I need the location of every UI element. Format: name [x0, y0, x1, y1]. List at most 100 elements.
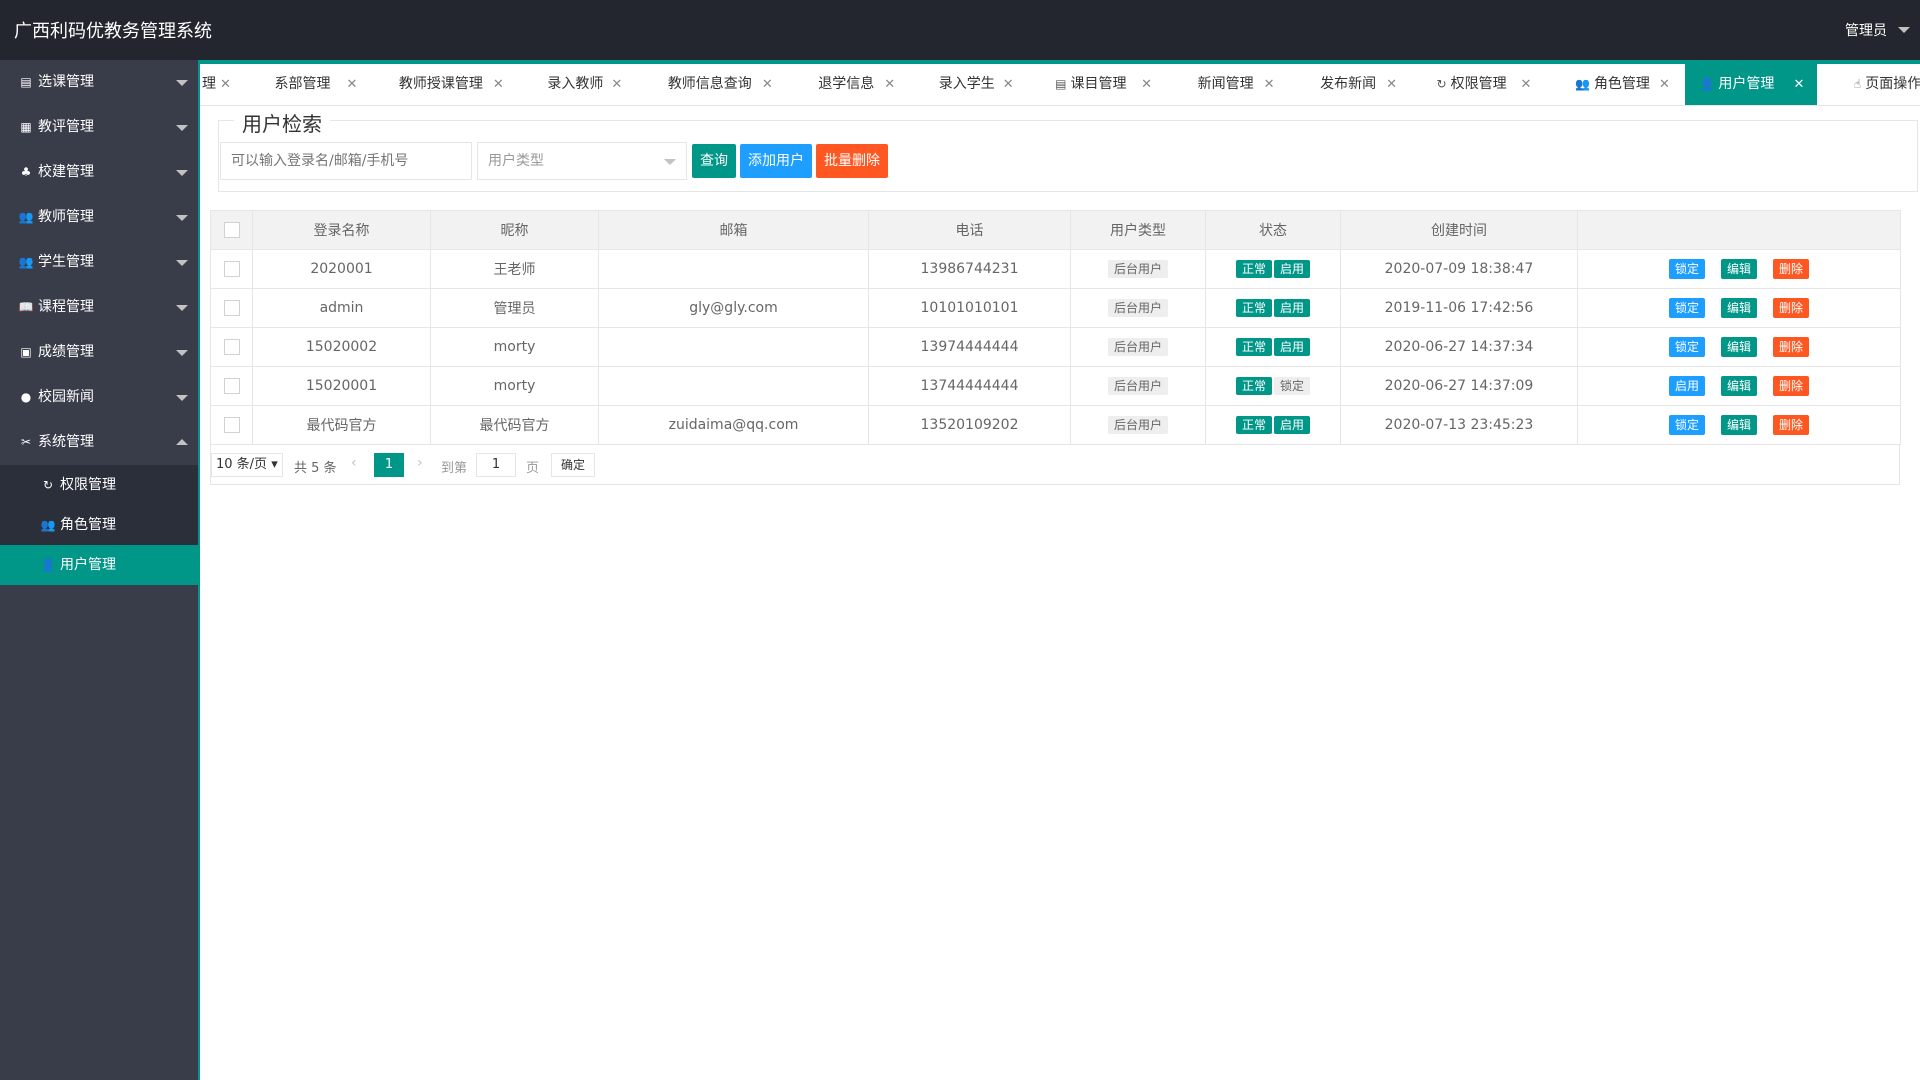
close-icon[interactable]: ✕: [611, 64, 622, 105]
next-page-icon[interactable]: ›: [417, 455, 423, 471]
sidebar-item-label: 教师管理: [38, 209, 94, 225]
sidebar-subitem-permissions[interactable]: ↻ 权限管理: [0, 465, 200, 505]
close-icon[interactable]: ✕: [1264, 64, 1275, 105]
sidebar-item-teachers[interactable]: 👥 教师管理: [0, 195, 200, 240]
checkbox[interactable]: [223, 261, 240, 277]
add-user-button[interactable]: 添加用户: [740, 144, 812, 178]
sidebar-item-campus-build[interactable]: ♣ 校建管理: [0, 150, 200, 195]
column-header[interactable]: 电话: [868, 210, 1071, 250]
sidebar-subitem-roles[interactable]: 👥 角色管理: [0, 505, 200, 545]
close-icon[interactable]: ✕: [346, 64, 357, 105]
edit-button[interactable]: 编辑: [1720, 337, 1757, 357]
close-icon[interactable]: ✕: [1793, 64, 1804, 105]
sidebar-item-label: 选课管理: [38, 74, 94, 90]
close-icon[interactable]: ✕: [762, 64, 773, 105]
page-size-select[interactable]: 10 条/页 ▾: [211, 453, 283, 477]
user-type-badge: 后台用户: [1107, 416, 1168, 434]
edit-button[interactable]: 编辑: [1720, 259, 1757, 279]
tab-publish-news[interactable]: 发布新闻 ✕: [1290, 64, 1404, 105]
tab-permissions[interactable]: ↻ 权限管理 ✕: [1409, 64, 1543, 105]
lock-toggle-button[interactable]: 锁定: [1668, 337, 1705, 357]
row-checkbox-cell[interactable]: [210, 249, 253, 289]
column-header[interactable]: 状态: [1205, 210, 1341, 250]
delete-button[interactable]: 删除: [1773, 298, 1810, 318]
close-icon[interactable]: ✕: [1386, 64, 1397, 105]
tab-add-student[interactable]: 录入学生 ✕: [909, 64, 1025, 105]
prev-page-icon[interactable]: ‹: [351, 455, 357, 471]
tab-subjects[interactable]: ▤ 课目管理 ✕: [1029, 64, 1163, 105]
delete-button[interactable]: 删除: [1773, 415, 1810, 435]
tab-teacher-query[interactable]: 教师信息查询 ✕: [638, 64, 782, 105]
sidebar-item-label: 课程管理: [38, 299, 94, 315]
goto-page-input[interactable]: 1: [476, 453, 516, 477]
close-icon[interactable]: ✕: [1659, 64, 1670, 105]
sidebar-subitem-users[interactable]: 👤 用户管理: [0, 545, 200, 585]
lock-toggle-button[interactable]: 锁定: [1668, 298, 1705, 318]
tab-news-admin[interactable]: 新闻管理 ✕: [1168, 64, 1286, 105]
sidebar-item-evaluation[interactable]: ▦ 教评管理: [0, 105, 200, 150]
tab-label: 页面操作: [1865, 76, 1920, 92]
row-checkbox-cell[interactable]: [210, 288, 253, 328]
sidebar-item-news[interactable]: ● 校园新闻: [0, 375, 200, 420]
select-all-checkbox[interactable]: [210, 210, 253, 250]
row-checkbox-cell[interactable]: [210, 327, 253, 367]
tab-page-actions[interactable]: ☝ 页面操作: [1822, 64, 1920, 105]
delete-button[interactable]: 删除: [1773, 376, 1810, 396]
sidebar-item-students[interactable]: 👥 学生管理: [0, 240, 200, 285]
row-checkbox-cell[interactable]: [210, 405, 253, 445]
delete-button[interactable]: 删除: [1773, 259, 1810, 279]
login-cell: 15020001: [252, 366, 431, 406]
table-row: admin 管理员 gly@gly.com 10101010101 后台用户 正常 启用 20…: [210, 288, 1901, 328]
column-header[interactable]: 邮箱: [598, 210, 869, 250]
checkbox[interactable]: [223, 417, 240, 433]
close-icon[interactable]: ✕: [884, 64, 895, 105]
close-icon[interactable]: ✕: [1003, 64, 1014, 105]
table-row: 15020002 morty 13974444444 后台用户 正常 启用 2020-06-…: [210, 327, 1901, 367]
sidebar-item-course-selection[interactable]: ▤ 选课管理: [0, 60, 200, 105]
lock-toggle-button[interactable]: 启用: [1668, 376, 1705, 396]
delete-button[interactable]: 删除: [1773, 337, 1810, 357]
tab-teacher-courses[interactable]: 教师授课管理 ✕: [369, 64, 513, 105]
tab-withdrawal[interactable]: 退学信息 ✕: [786, 64, 904, 105]
sidebar-item-courses[interactable]: 📖 课程管理: [0, 285, 200, 330]
sidebar-item-system[interactable]: ✂ 系统管理: [0, 420, 200, 465]
batch-delete-button[interactable]: 批量删除: [816, 144, 888, 178]
sidebar-item-label: 校园新闻: [38, 389, 94, 405]
checkbox[interactable]: [223, 300, 240, 316]
tab-truncated[interactable]: 理 ✕: [200, 64, 242, 105]
lock-toggle-button[interactable]: 锁定: [1668, 415, 1705, 435]
user-menu[interactable]: 管理员: [1845, 20, 1887, 40]
checkbox[interactable]: [223, 378, 240, 394]
row-checkbox-cell[interactable]: [210, 366, 253, 406]
status-cell: 正常 启用: [1205, 405, 1341, 445]
column-header[interactable]: 昵称: [430, 210, 599, 250]
close-icon[interactable]: ✕: [1521, 64, 1532, 105]
search-input[interactable]: [220, 142, 472, 180]
goto-confirm-button[interactable]: 确定: [551, 453, 595, 477]
query-button[interactable]: 查询: [692, 144, 736, 178]
chevron-down-icon[interactable]: [1898, 27, 1910, 33]
close-icon[interactable]: ✕: [493, 64, 504, 105]
close-icon[interactable]: ✕: [1141, 64, 1152, 105]
tab-roles[interactable]: 👥 角色管理 ✕: [1547, 64, 1681, 105]
refresh-icon: ↻: [1436, 77, 1447, 91]
column-header[interactable]: 用户类型: [1070, 210, 1206, 250]
edit-button[interactable]: 编辑: [1720, 376, 1757, 396]
edit-button[interactable]: 编辑: [1720, 415, 1757, 435]
edit-button[interactable]: 编辑: [1720, 298, 1757, 318]
close-icon[interactable]: ✕: [220, 64, 231, 105]
current-page-button[interactable]: 1: [374, 453, 404, 477]
user-type-badge: 后台用户: [1107, 299, 1168, 317]
column-header[interactable]: 登录名称: [252, 210, 431, 250]
user-type-select[interactable]: 用户类型: [477, 142, 687, 180]
state-badge: 启用: [1274, 338, 1311, 356]
phone-cell: 13520109202: [868, 405, 1071, 445]
checkbox[interactable]: [223, 222, 240, 238]
lock-toggle-button[interactable]: 锁定: [1668, 259, 1705, 279]
tab-departments[interactable]: 系部管理 ✕: [246, 64, 364, 105]
tab-add-teacher[interactable]: 录入教师 ✕: [517, 64, 633, 105]
tab-users[interactable]: 👤 用户管理 ✕: [1685, 64, 1818, 105]
column-header[interactable]: 创建时间: [1340, 210, 1578, 250]
sidebar-item-grades[interactable]: ▣ 成绩管理: [0, 330, 200, 375]
checkbox[interactable]: [223, 339, 240, 355]
